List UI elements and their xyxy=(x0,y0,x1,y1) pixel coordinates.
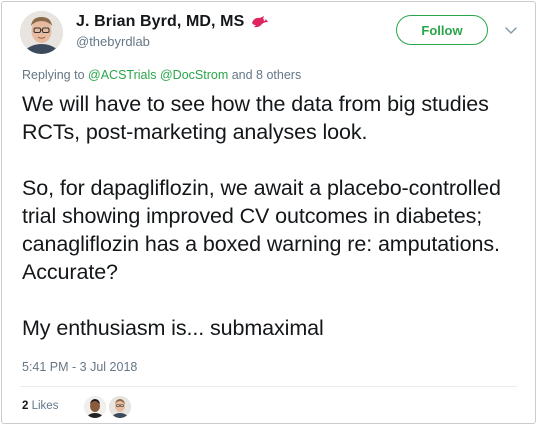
author-display-name[interactable]: J. Brian Byrd, MD, MS xyxy=(76,13,244,31)
tweet-paragraph: So, for dapagliflozin, we await a placeb… xyxy=(22,176,501,284)
likes-number: 2 xyxy=(22,400,29,412)
liker-avatar[interactable] xyxy=(84,396,106,418)
liker-avatars xyxy=(84,396,134,418)
reply-context: Replying to @ACSTrials @DocStrom and 8 o… xyxy=(22,68,301,82)
tweet-card: J. Brian Byrd, MD, MS @thebyrdlab Follow… xyxy=(1,1,536,424)
tweet-timestamp[interactable]: 5:41 PM - 3 Jul 2018 xyxy=(22,360,137,374)
author-handle[interactable]: @thebyrdlab xyxy=(76,34,150,49)
mention-link[interactable]: @DocStrom xyxy=(160,68,228,82)
liker-avatar[interactable] xyxy=(109,396,131,418)
author-name-row[interactable]: J. Brian Byrd, MD, MS xyxy=(76,13,270,31)
likes-count[interactable]: 2 Likes xyxy=(22,400,58,412)
reply-suffix[interactable]: and 8 others xyxy=(228,68,302,82)
tweet-text: We will have to see how the data from bi… xyxy=(22,90,527,342)
likes-label: Likes xyxy=(31,400,59,412)
chevron-down-icon[interactable] xyxy=(504,23,518,37)
divider xyxy=(20,386,517,387)
tweet-paragraph: My enthusiasm is... submaximal xyxy=(22,316,324,340)
red-bird-icon xyxy=(250,15,270,29)
follow-button[interactable]: Follow xyxy=(396,15,488,45)
author-avatar[interactable] xyxy=(20,11,63,54)
mention-link[interactable]: @ACSTrials xyxy=(88,68,156,82)
tweet-paragraph: We will have to see how the data from bi… xyxy=(22,92,489,144)
reply-prefix: Replying to xyxy=(22,68,89,82)
